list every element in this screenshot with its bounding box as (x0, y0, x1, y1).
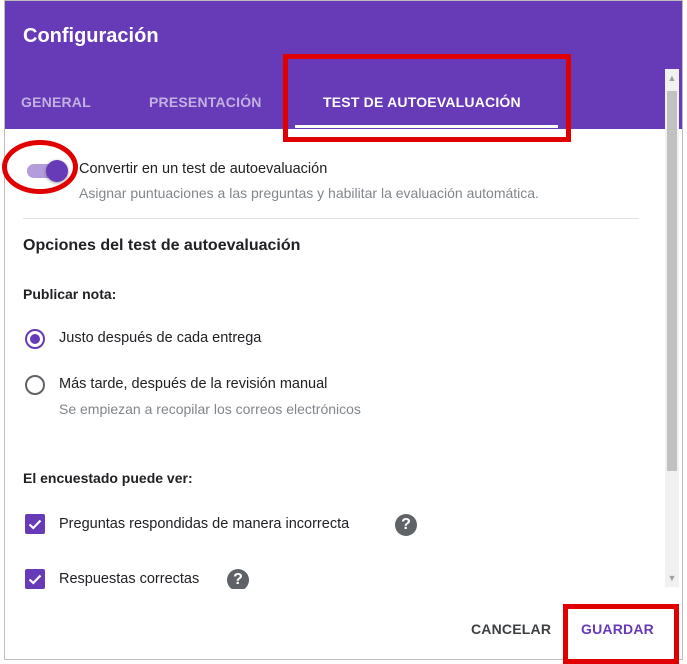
active-tab-indicator (295, 125, 558, 128)
help-icon[interactable]: ? (395, 514, 417, 536)
radio-immediately[interactable] (25, 329, 45, 349)
quiz-toggle-knob[interactable] (46, 160, 68, 182)
radio-immediately-label: Justo después de cada entrega (59, 330, 262, 346)
checkbox-incorrect-label: Preguntas respondidas de manera incorrec… (59, 516, 350, 532)
quiz-toggle-description: Asignar puntuaciones a las preguntas y h… (79, 185, 539, 201)
check-icon (28, 574, 42, 585)
tab-presentacion[interactable]: PRESENTACIÓN (149, 94, 262, 110)
divider (23, 218, 639, 219)
help-icon[interactable]: ? (227, 569, 249, 591)
tab-general[interactable]: GENERAL (21, 94, 91, 110)
cancel-button[interactable]: CANCELAR (471, 621, 551, 637)
checkbox-correct[interactable] (25, 569, 45, 589)
scroll-up-icon[interactable]: ▲ (665, 71, 679, 85)
publish-label: Publicar nota: (23, 286, 117, 302)
radio-later[interactable] (25, 375, 45, 395)
radio-later-label: Más tarde, después de la revisión manual (59, 376, 328, 392)
dialog-header: Configuración GENERAL PRESENTACIÓN TEST … (5, 1, 682, 129)
tab-autoevaluacion[interactable]: TEST DE AUTOEVALUACIÓN (323, 94, 521, 110)
dialog-footer: CANCELAR GUARDAR (5, 589, 665, 659)
checkbox-incorrect[interactable] (25, 514, 45, 534)
options-title: Opciones del test de autoevaluación (23, 237, 301, 254)
quiz-toggle-label: Convertir en un test de autoevaluación (79, 161, 328, 177)
scrollbar-thumb[interactable] (667, 91, 677, 471)
radio-later-sublabel: Se empiezan a recopilar los correos elec… (59, 401, 361, 417)
dialog-title: Configuración (23, 25, 159, 47)
save-button[interactable]: GUARDAR (581, 621, 654, 637)
respondent-label: El encuestado puede ver: (23, 470, 193, 486)
check-icon (28, 519, 42, 530)
scroll-down-icon[interactable]: ▼ (665, 571, 679, 585)
checkbox-correct-label: Respuestas correctas (59, 571, 200, 587)
settings-dialog: Configuración GENERAL PRESENTACIÓN TEST … (4, 0, 683, 660)
